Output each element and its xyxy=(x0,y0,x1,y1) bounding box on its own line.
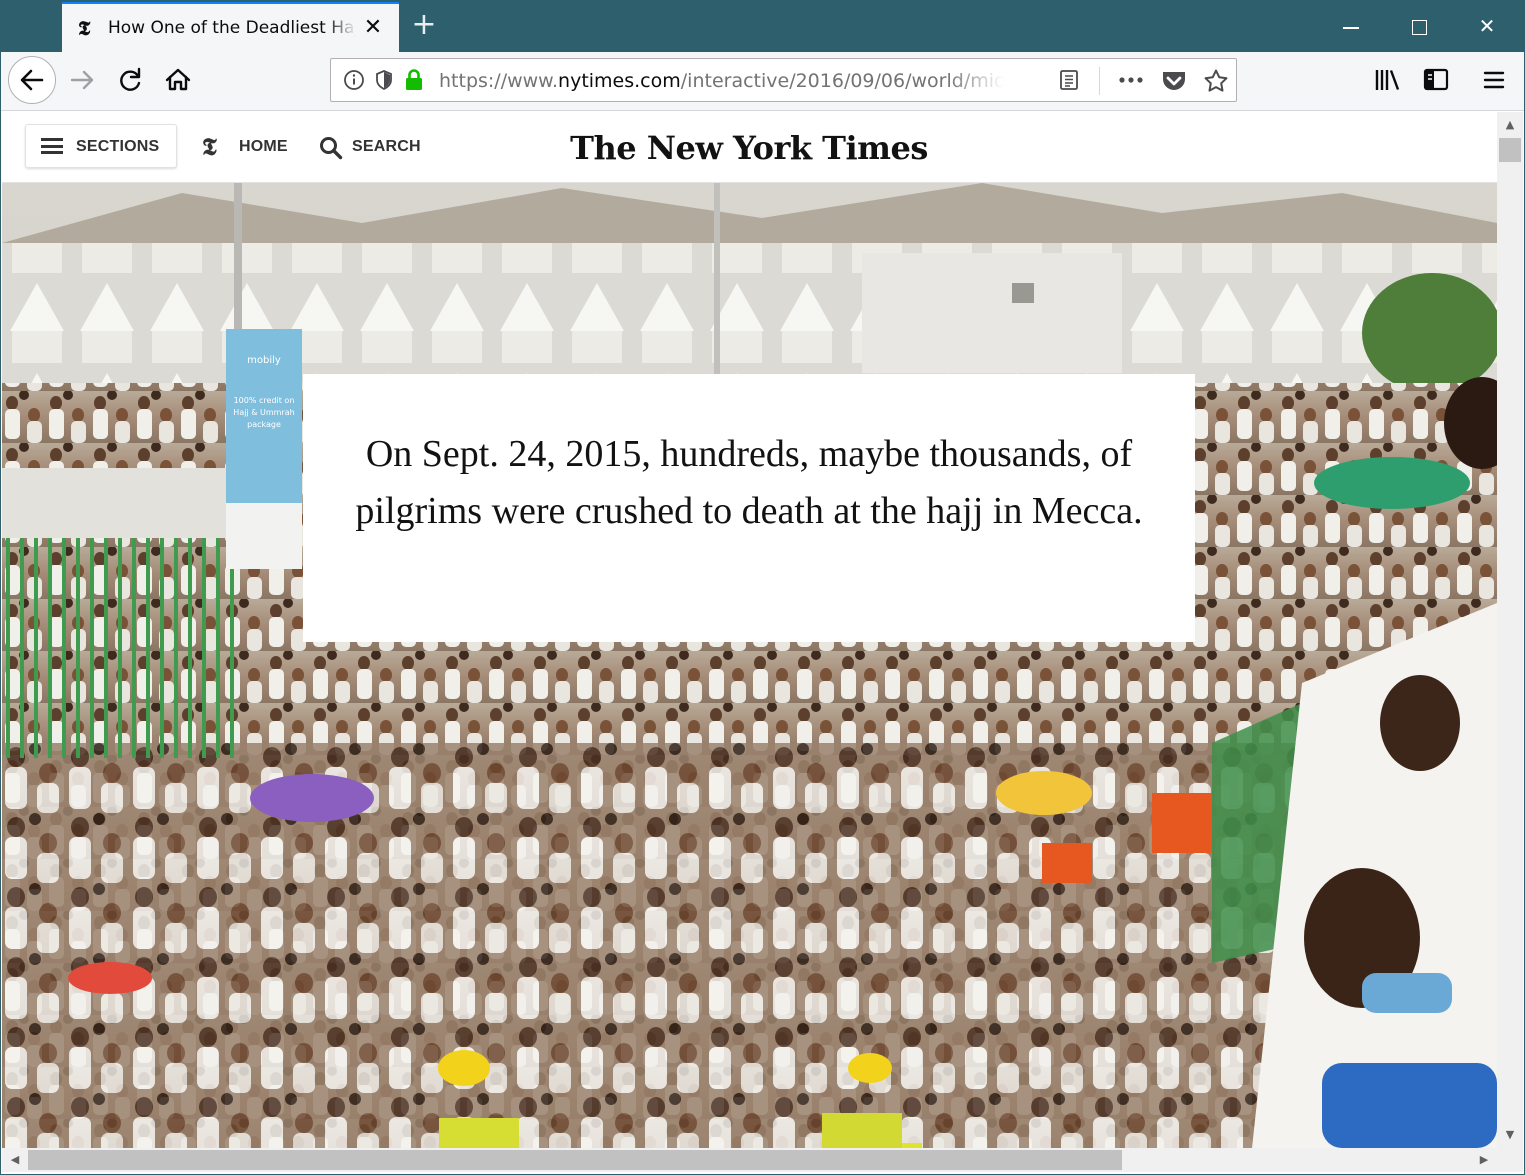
menu-button[interactable] xyxy=(1472,58,1516,102)
url-domain: nytimes.com xyxy=(558,70,681,92)
scroll-up-icon[interactable]: ▲ xyxy=(1499,114,1521,136)
home-label: HOME xyxy=(239,138,288,155)
reader-view-icon[interactable] xyxy=(1057,68,1081,92)
pocket-icon[interactable] xyxy=(1160,68,1185,92)
scroll-right-icon[interactable]: ▶ xyxy=(1473,1149,1495,1171)
menu-icon xyxy=(1483,71,1505,89)
window-maximize-button[interactable] xyxy=(1385,0,1453,52)
sign-line-2: Hajj & Ummrah xyxy=(233,408,294,417)
tab-close-icon[interactable]: ✕ xyxy=(361,16,385,40)
forward-button[interactable] xyxy=(60,58,104,102)
sections-label: SECTIONS xyxy=(76,138,160,155)
info-icon[interactable] xyxy=(342,68,366,92)
home-icon xyxy=(165,68,191,91)
forward-icon xyxy=(70,70,94,90)
site-header: SECTIONS 𝕿 HOME SEARCH The New York Time… xyxy=(2,112,1497,183)
back-icon xyxy=(20,69,44,91)
hajj-crowd-photo: mobily 100% credit on Hajj & Ummrah pack… xyxy=(2,183,1497,1148)
url-prefix: https://www. xyxy=(439,70,559,92)
library-icon xyxy=(1375,70,1400,90)
sidebar-icon xyxy=(1423,68,1449,91)
browser-titlebar: 𝕿 How One of the Deadliest Hajj Accident… xyxy=(0,0,1525,52)
page-actions-icon[interactable] xyxy=(1117,68,1143,92)
sidebar-button[interactable] xyxy=(1414,58,1458,102)
horizontal-scrollbar[interactable]: ◀ ▶ xyxy=(2,1148,1497,1172)
reload-icon xyxy=(120,67,141,91)
search-link[interactable]: SEARCH xyxy=(318,134,428,162)
url-separator xyxy=(1099,67,1100,95)
bookmark-star-icon[interactable] xyxy=(1203,68,1228,92)
url-text[interactable]: https://www.nytimes.com/interactive/2016… xyxy=(439,68,1004,94)
nyt-favicon-icon: 𝕿 xyxy=(78,16,91,40)
lock-icon[interactable] xyxy=(402,68,426,92)
search-icon xyxy=(320,137,343,160)
home-button[interactable] xyxy=(156,58,200,102)
nyt-logo[interactable]: The New York Times xyxy=(562,124,936,172)
sections-button[interactable]: SECTIONS xyxy=(25,124,177,168)
minimize-icon xyxy=(1343,26,1359,29)
vertical-scrollbar[interactable]: ▲ ▼ xyxy=(1497,112,1523,1148)
tab-active[interactable]: 𝕿 How One of the Deadliest Hajj Accident… xyxy=(62,2,399,52)
tracking-shield-icon[interactable] xyxy=(372,68,396,92)
horizontal-scroll-thumb[interactable] xyxy=(28,1150,1122,1170)
nyt-t-logo-icon: 𝕿 xyxy=(202,132,217,161)
home-link[interactable]: 𝕿 HOME xyxy=(202,134,292,162)
back-button[interactable] xyxy=(8,56,56,104)
library-button[interactable] xyxy=(1366,58,1410,102)
article-caption: On Sept. 24, 2015, hundreds, maybe thous… xyxy=(355,433,1143,532)
scroll-down-icon[interactable]: ▼ xyxy=(1499,1124,1521,1146)
url-bar[interactable]: https://www.nytimes.com/interactive/2016… xyxy=(330,58,1237,102)
reload-button[interactable] xyxy=(108,58,152,102)
caption-box: On Sept. 24, 2015, hundreds, maybe thous… xyxy=(303,374,1195,642)
hero-photo: mobily 100% credit on Hajj & Ummrah pack… xyxy=(2,183,1497,1148)
browser-navbar: https://www.nytimes.com/interactive/2016… xyxy=(0,52,1525,111)
search-label: SEARCH xyxy=(352,138,421,155)
scrollbar-corner xyxy=(1497,1148,1523,1172)
maximize-icon xyxy=(1411,20,1427,35)
window-minimize-button[interactable] xyxy=(1317,0,1385,52)
page-viewport: SECTIONS 𝕿 HOME SEARCH The New York Time… xyxy=(2,112,1497,1148)
sign-line-3: package xyxy=(247,420,281,429)
sign-line-1: 100% credit on xyxy=(234,396,295,405)
window-close-button[interactable]: ✕ xyxy=(1453,0,1521,52)
url-path: /interactive/2016/09/06/world/middle-eas… xyxy=(680,70,1004,92)
scroll-left-icon[interactable]: ◀ xyxy=(4,1149,26,1171)
hamburger-icon xyxy=(41,138,63,154)
sign-brand: mobily xyxy=(247,355,281,366)
vertical-scroll-thumb[interactable] xyxy=(1499,138,1521,162)
tab-title: How One of the Deadliest Hajj Accidents … xyxy=(108,18,356,38)
new-tab-button[interactable]: + xyxy=(407,8,441,42)
